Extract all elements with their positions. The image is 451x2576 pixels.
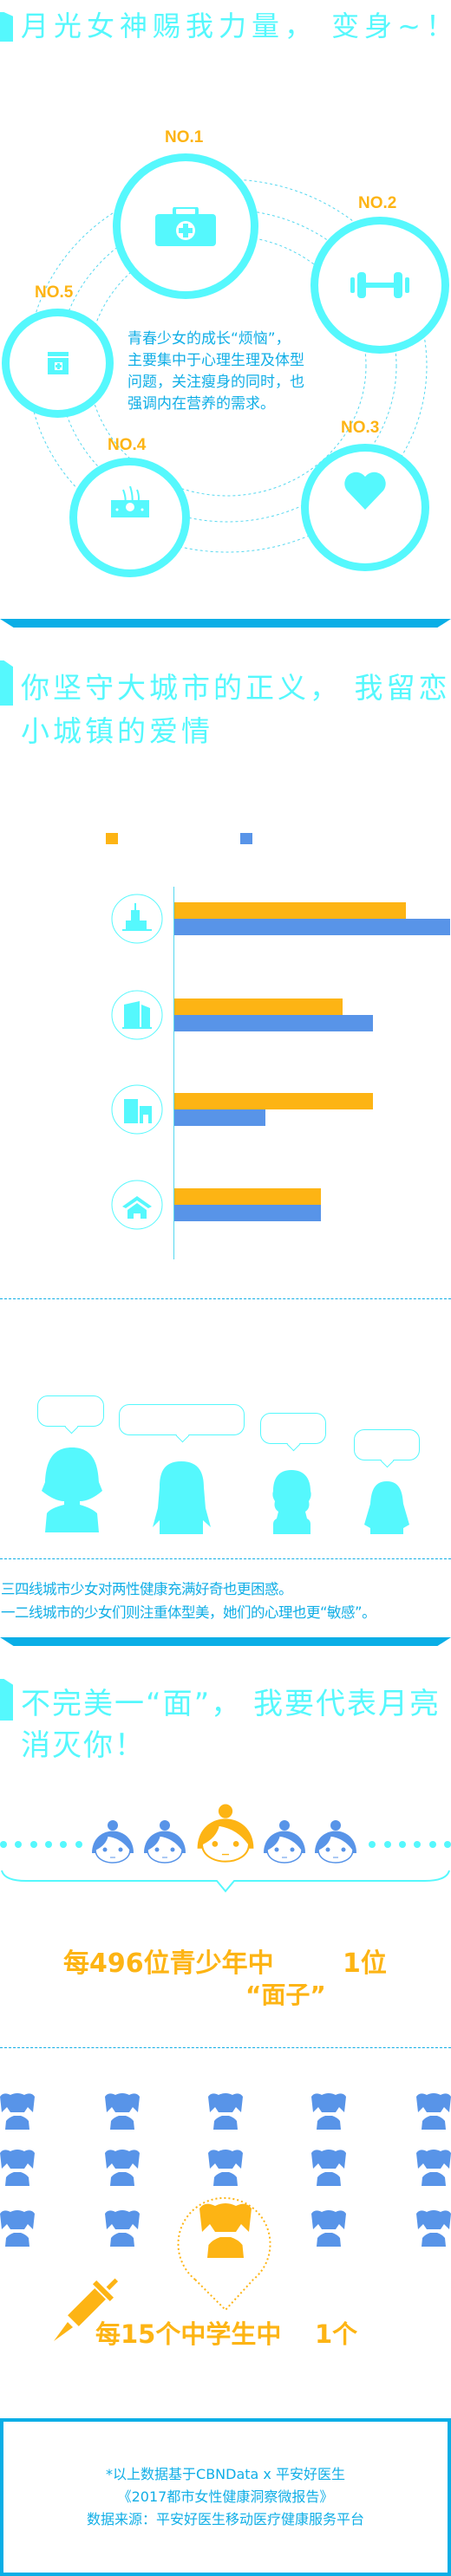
- girl-face-icon: [92, 1820, 134, 1864]
- girl-silhouette-short-hair-icon: [42, 1447, 102, 1532]
- stat1-main: 每496位青少年中: [63, 1948, 274, 1979]
- description-line: 青春少女的成长“烦恼”，: [127, 330, 291, 348]
- section1-description: 青春少女的成长“烦恼”， 主要集中于心理生理及体型 问题，关注瘦身的同时，也 强…: [127, 329, 344, 415]
- student-icon: [0, 2093, 35, 2130]
- dashed-divider: [0, 1298, 451, 1299]
- rank-label-4: NO.4: [108, 436, 147, 454]
- speech-bubble: [260, 1413, 326, 1444]
- student-icon: [105, 2093, 140, 2130]
- brace-icon: [1, 1870, 450, 1893]
- footer-source-box: *以上数据基于CBNData x 平安好医生 《2017都市女性健康洞察微报告》…: [0, 2418, 451, 2576]
- girl-silhouette-wavy-hair-icon: [364, 1481, 409, 1534]
- speech-bubble: [119, 1404, 245, 1435]
- title-marker: [0, 1679, 13, 1721]
- girl-face-icon: [264, 1820, 305, 1864]
- title-marker: [0, 660, 13, 706]
- girl-face-icon: [144, 1820, 186, 1864]
- girl-face-icon: [315, 1820, 356, 1864]
- bar-series1: [174, 999, 343, 1015]
- stat1-sub: “面子”: [245, 1981, 326, 2009]
- footer-line-2: 《2017都市女性健康洞察微报告》: [117, 2488, 334, 2505]
- student-icon: [105, 2210, 140, 2247]
- rank-label-3: NO.3: [341, 419, 380, 437]
- student-icon: [0, 2150, 35, 2186]
- highlighted-girl-face-icon: [197, 1804, 254, 1863]
- dumbbell-icon: [350, 272, 409, 298]
- issue-circle-5: [2, 309, 114, 418]
- skyscraper-city-icon: [111, 893, 163, 945]
- student-icon: [311, 2210, 346, 2247]
- medicine-box-icon: [47, 352, 69, 374]
- student-icon: [416, 2093, 451, 2130]
- section3-title-line1: 不完美一“面”， 我要代表月亮: [21, 1687, 441, 1721]
- girl-silhouette-long-hair-icon: [153, 1461, 211, 1534]
- bar-series2: [174, 1205, 321, 1221]
- section-divider-bar: [0, 1637, 451, 1646]
- student-icon: [416, 2210, 451, 2247]
- faces-row: [0, 1804, 451, 1893]
- student-icon: [0, 2210, 35, 2247]
- town-building-icon: [111, 1083, 163, 1135]
- speech-bubble: [37, 1395, 104, 1427]
- legend-swatch-series2: [240, 833, 252, 844]
- student-icon: [311, 2150, 346, 2186]
- section-divider-bar: [0, 619, 451, 628]
- section3-title-line2: 消灭你！: [21, 1728, 146, 1763]
- section1-title: 月光女神赐我力量， 变身~！: [21, 10, 451, 42]
- description-line: 问题，关注瘦身的同时，也: [127, 374, 304, 391]
- rank-label-2: NO.2: [358, 194, 397, 212]
- bar-series1: [174, 1188, 321, 1205]
- skin-hair-icon: [110, 486, 149, 517]
- student-icon: [208, 2150, 243, 2186]
- bar-series1: [174, 1093, 373, 1109]
- summary-line: 一二线城市的少女们则注重体型美，她们的心理也更“敏感”。: [1, 1604, 376, 1621]
- student-icon: [208, 2093, 243, 2130]
- speech-bubble: [354, 1429, 420, 1460]
- office-building-icon: [111, 989, 163, 1041]
- student-icon: [105, 2150, 140, 2186]
- student-icon: [416, 2150, 451, 2186]
- footer-line-3: 数据来源：平安好医生移动医疗健康服务平台: [86, 2511, 364, 2527]
- first-aid-kit-icon: [155, 206, 216, 246]
- bar-series2: [174, 1109, 265, 1126]
- footer-line-1: *以上数据基于CBNData x 平安好医生: [106, 2466, 345, 2482]
- bar-series2: [174, 919, 450, 935]
- highlighted-student-icon: [199, 2203, 252, 2258]
- summary-line: 三四线城市少女对两性健康充满好奇也更困惑。: [1, 1581, 293, 1597]
- issue-circle-4: [69, 458, 190, 577]
- girl-silhouette-braids-icon: [272, 1470, 311, 1534]
- rank-label-5: NO.5: [35, 283, 74, 302]
- section2-title-line1: 你坚守大城市的正义， 我留恋: [21, 671, 451, 705]
- section2-summary: 三四线城市少女对两性健康充满好奇也更困惑。 一二线城市的少女们则注重体型美，她们…: [1, 1577, 451, 1624]
- house-icon: [111, 1179, 163, 1231]
- stat2-count: 1个: [315, 2319, 358, 2349]
- rank-label-1: NO.1: [165, 128, 204, 146]
- bar-series2: [174, 1015, 373, 1031]
- dashed-divider: [0, 1558, 451, 1559]
- description-line: 主要集中于心理生理及体型: [127, 352, 304, 369]
- stat1-count: 1位: [343, 1948, 387, 1979]
- stat2-main: 每15个中学生中: [95, 2319, 282, 2349]
- section2-title-line2: 小城镇的爱情: [21, 714, 213, 748]
- issue-circle-3: [301, 444, 429, 571]
- student-icon: [311, 2093, 346, 2130]
- bar-series1: [174, 902, 407, 919]
- issue-circle-1: [113, 153, 258, 299]
- description-line: 强调内在营养的需求。: [127, 395, 275, 413]
- heart-icon: [344, 472, 386, 510]
- title-marker: [0, 12, 13, 42]
- legend-swatch-series1: [106, 833, 118, 844]
- dashed-divider: [0, 2047, 451, 2048]
